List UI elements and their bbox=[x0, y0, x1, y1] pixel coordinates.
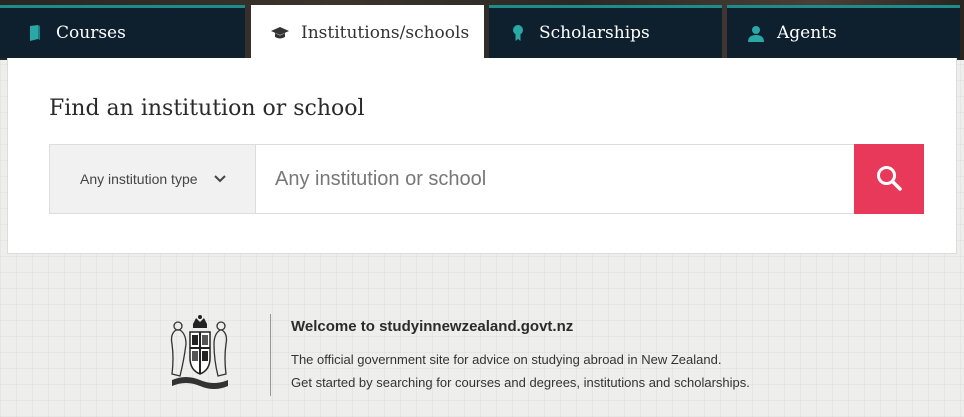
nz-coat-of-arms-icon bbox=[166, 314, 234, 392]
search-tabs: Courses Institutions/schools Scholarship… bbox=[0, 5, 964, 58]
welcome-title: Welcome to studyinnewzealand.govt.nz bbox=[291, 318, 574, 335]
search-panel: Find an institution or school Any instit… bbox=[7, 58, 957, 254]
tab-courses[interactable]: Courses bbox=[0, 5, 245, 58]
chevron-down-icon bbox=[213, 175, 226, 183]
tab-agents-label: Agents bbox=[777, 23, 837, 43]
institution-type-label: Any institution type bbox=[80, 171, 198, 187]
tab-scholarships[interactable]: Scholarships bbox=[489, 5, 722, 58]
search-icon bbox=[876, 165, 902, 194]
tab-courses-label: Courses bbox=[56, 23, 126, 43]
graduation-cap-icon bbox=[271, 24, 289, 42]
tab-institutions[interactable]: Institutions/schools bbox=[251, 5, 484, 58]
search-bar: Any institution type bbox=[49, 144, 924, 214]
tab-agents[interactable]: Agents bbox=[727, 5, 960, 58]
person-icon bbox=[747, 24, 765, 42]
welcome-divider bbox=[270, 314, 271, 396]
book-icon bbox=[26, 24, 44, 42]
institution-type-select[interactable]: Any institution type bbox=[50, 145, 256, 213]
welcome-section: Welcome to studyinnewzealand.govt.nz The… bbox=[166, 312, 806, 402]
tab-scholarships-label: Scholarships bbox=[539, 23, 650, 43]
welcome-text-line-2: Get started by searching for courses and… bbox=[291, 375, 750, 390]
tab-institutions-label: Institutions/schools bbox=[301, 23, 470, 43]
institution-search-input[interactable] bbox=[256, 145, 854, 213]
search-button[interactable] bbox=[854, 144, 924, 214]
award-ribbon-icon bbox=[509, 24, 527, 42]
panel-title: Find an institution or school bbox=[49, 96, 365, 121]
welcome-text-line-1: The official government site for advice … bbox=[291, 352, 722, 367]
